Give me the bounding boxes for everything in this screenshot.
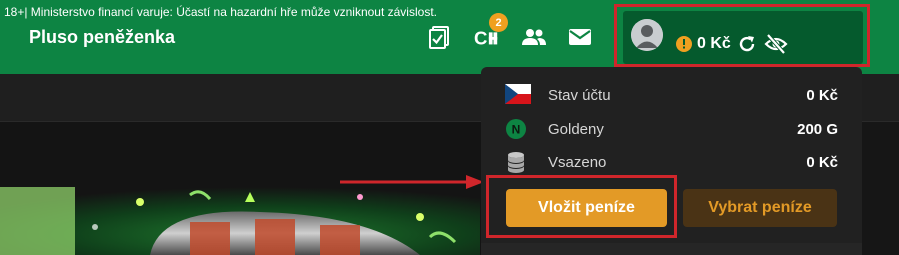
notification-badge: 2 xyxy=(489,13,508,32)
highlight-box-balance xyxy=(614,4,870,67)
page-title: Pluso peněženka xyxy=(29,27,176,47)
wallet-row-value: 200 G xyxy=(797,121,838,138)
svg-text:C: C xyxy=(474,27,487,48)
page-background-strip xyxy=(862,122,899,255)
wallet-row-label: Goldeny xyxy=(548,121,604,138)
pointer-arrow xyxy=(340,172,485,192)
highlight-box-deposit xyxy=(486,175,677,238)
wallet-row-bets: Vsazeno 0 Kč xyxy=(505,150,838,174)
wallet-row-value: 0 Kč xyxy=(806,87,838,104)
gambling-warning: 18+| Ministerstvo financí varuje: Účastí… xyxy=(4,5,437,19)
wallet-row-label: Vsazeno xyxy=(548,154,607,171)
goldeny-coin-icon: N xyxy=(505,118,531,140)
coins-stack-icon xyxy=(505,151,531,173)
withdraw-button[interactable]: Vybrat peníze xyxy=(683,189,837,227)
promo-slot-banner[interactable] xyxy=(0,187,480,255)
czech-flag-icon xyxy=(505,84,531,106)
wallet-row-goldeny: N Goldeny 200 G xyxy=(505,117,838,141)
friends-icon[interactable] xyxy=(521,24,547,50)
tickets-icon[interactable] xyxy=(427,24,453,50)
wallet-row-value: 0 Kč xyxy=(806,154,838,171)
coin-letter: N xyxy=(512,123,521,137)
mail-icon[interactable] xyxy=(567,24,593,50)
wallet-row-label: Stav účtu xyxy=(548,87,611,104)
dropdown-footer xyxy=(481,243,862,255)
wallet-row-balance: Stav účtu 0 Kč xyxy=(505,83,838,107)
